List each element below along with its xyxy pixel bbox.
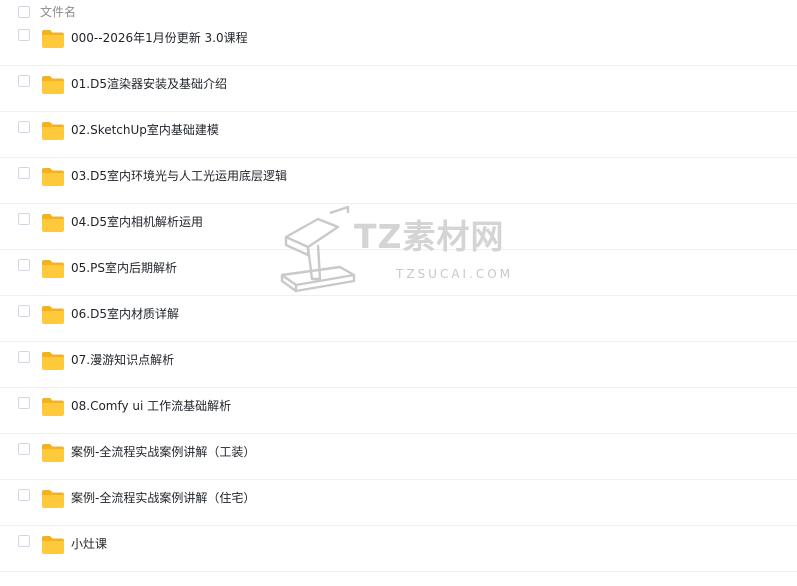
folder-icon (42, 490, 64, 508)
file-row[interactable]: 000--2026年1月份更新 3.0课程 (0, 20, 797, 66)
file-row[interactable]: 03.D5室内环境光与人工光运用底层逻辑 (0, 158, 797, 204)
row-checkbox[interactable] (18, 351, 30, 363)
folder-icon (42, 306, 64, 324)
folder-icon (42, 352, 64, 370)
file-name[interactable]: 01.D5渲染器安装及基础介绍 (71, 76, 227, 92)
file-row[interactable]: 01.D5渲染器安装及基础介绍 (0, 66, 797, 112)
row-checkbox[interactable] (18, 213, 30, 225)
file-name[interactable]: 000--2026年1月份更新 3.0课程 (71, 30, 248, 46)
file-list: 文件名 000--2026年1月份更新 3.0课程 01.D5渲染器安装及基础介绍… (0, 0, 797, 586)
name-column-header[interactable]: 文件名 (40, 4, 76, 20)
folder-icon (42, 30, 64, 48)
file-row[interactable]: 案例-全流程实战案例讲解（工装） (0, 434, 797, 480)
row-checkbox[interactable] (18, 259, 30, 271)
folder-icon (42, 444, 64, 462)
row-checkbox[interactable] (18, 397, 30, 409)
file-name[interactable]: 04.D5室内相机解析运用 (71, 214, 203, 230)
file-name[interactable]: 小灶课 (71, 536, 107, 552)
folder-icon (42, 536, 64, 554)
row-checkbox[interactable] (18, 489, 30, 501)
file-name[interactable]: 07.漫游知识点解析 (71, 352, 174, 368)
file-row[interactable]: 04.D5室内相机解析运用 (0, 204, 797, 250)
file-row[interactable]: 02.SketchUp室内基础建模 (0, 112, 797, 158)
row-checkbox[interactable] (18, 443, 30, 455)
folder-icon (42, 76, 64, 94)
folder-icon (42, 214, 64, 232)
row-checkbox[interactable] (18, 121, 30, 133)
file-name[interactable]: 06.D5室内材质详解 (71, 306, 179, 322)
row-checkbox[interactable] (18, 29, 30, 41)
folder-icon (42, 260, 64, 278)
file-name[interactable]: 03.D5室内环境光与人工光运用底层逻辑 (71, 168, 287, 184)
file-name[interactable]: 案例-全流程实战案例讲解（住宅） (71, 490, 255, 506)
file-name[interactable]: 08.Comfy ui 工作流基础解析 (71, 398, 231, 414)
file-row[interactable]: 08.Comfy ui 工作流基础解析 (0, 388, 797, 434)
row-checkbox[interactable] (18, 167, 30, 179)
file-row[interactable]: 06.D5室内材质详解 (0, 296, 797, 342)
select-all-checkbox[interactable] (18, 6, 30, 18)
row-checkbox[interactable] (18, 535, 30, 547)
folder-icon (42, 168, 64, 186)
file-row[interactable]: 小灶课 (0, 526, 797, 572)
file-row[interactable]: 05.PS室内后期解析 (0, 250, 797, 296)
file-name[interactable]: 02.SketchUp室内基础建模 (71, 122, 219, 138)
file-row[interactable]: 07.漫游知识点解析 (0, 342, 797, 388)
file-name[interactable]: 案例-全流程实战案例讲解（工装） (71, 444, 255, 460)
file-name[interactable]: 05.PS室内后期解析 (71, 260, 177, 276)
folder-icon (42, 122, 64, 140)
row-checkbox[interactable] (18, 75, 30, 87)
file-row[interactable]: 案例-全流程实战案例讲解（住宅） (0, 480, 797, 526)
folder-icon (42, 398, 64, 416)
row-checkbox[interactable] (18, 305, 30, 317)
